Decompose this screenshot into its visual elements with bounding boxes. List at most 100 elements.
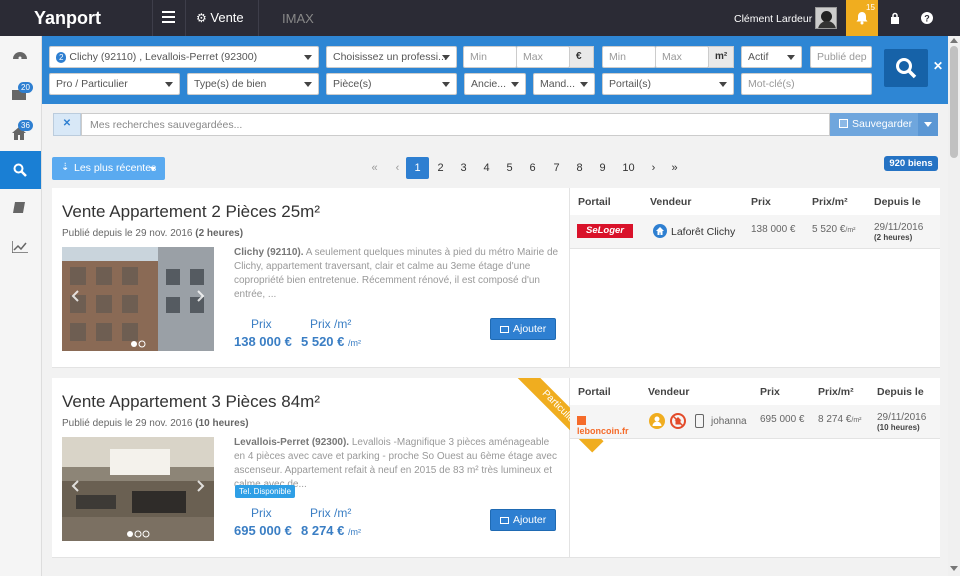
price-m2-amount: 8 274 € [301,523,345,538]
property-type-label: Type(s) de bien [194,78,267,90]
search-icon [896,58,917,79]
page-last[interactable]: » [663,157,686,179]
avatar[interactable] [815,7,837,29]
save-search-button[interactable]: Sauvegarder [830,113,918,136]
sidebar-item-inbox[interactable]: 20 [0,74,41,112]
property-type-select[interactable]: Type(s) de bien [187,73,319,95]
logo-text: Yanport [34,8,102,28]
module-label: Vente [210,10,244,25]
location-select[interactable]: 2 Clichy (92110) , Levallois-Perret (923… [49,46,319,68]
price-m2-value: 5 520 € /m² [301,334,361,349]
price-value: 138 000 € [234,334,292,349]
portal-name: leboncoin.fr [577,426,629,436]
page-3[interactable]: 3 [452,157,475,179]
clear-saved-search-icon[interactable]: ✕ [53,113,81,136]
listing-description: Clichy (92110). A seulement quelques min… [234,246,560,302]
age-select[interactable]: Ancie... [464,73,526,95]
page-8[interactable]: 8 [568,157,591,179]
private-seller-icon [649,413,665,429]
listing-card[interactable]: Vente Appartement 2 Pièces 25m² Publié d… [52,188,940,368]
pro-particulier-select[interactable]: Pro / Particulier [49,73,180,95]
row-price: 695 000 € [760,414,805,425]
keyword-input[interactable]: Mot-clé(s) [741,73,872,95]
sort-dropdown[interactable]: ⇣ Les plus récentes [52,157,165,180]
published-input[interactable]: Publié dep [810,46,872,68]
location-count: 2 [56,52,67,63]
page-5[interactable]: 5 [498,157,521,179]
seller-name[interactable]: Laforêt Clichy [671,226,735,238]
col-portal: Portail [578,386,611,398]
price-m2-unit: /m² [348,338,361,348]
menu-icon[interactable] [162,11,175,23]
mandate-label: Mand... [540,78,576,90]
add-label: Ajouter [513,514,547,526]
add-button[interactable]: Ajouter [490,509,556,531]
save-options-dropdown[interactable] [918,113,938,136]
scroll-up-arrow[interactable] [950,38,958,43]
search-button[interactable] [884,49,928,87]
listing-photo[interactable] [62,437,214,541]
price-max-input[interactable]: Max [516,46,570,68]
top-navbar: Yanport ⚙ Vente IMAX Clément Lardeur 15 … [0,0,960,36]
page-next[interactable]: › [642,157,665,179]
pro-particulier-label: Pro / Particulier [56,78,128,90]
page-1[interactable]: 1 [406,157,429,179]
scroll-down-arrow[interactable] [950,566,958,571]
status-select[interactable]: Actif [741,46,802,68]
page-10[interactable]: 10 [617,157,640,179]
rooms-select[interactable]: Pièce(s) [326,73,457,95]
col-price: Prix [751,196,771,208]
sidebar-item-search[interactable] [0,151,41,189]
page-7[interactable]: 7 [545,157,568,179]
save-label: Sauvegarder [852,118,913,130]
help-icon[interactable]: ? [921,12,933,24]
row-price-m2-amount: 5 520 € [812,224,846,235]
page-4[interactable]: 4 [475,157,498,179]
listing-description: Levallois-Perret (92300). Levallois -Mag… [234,436,560,492]
seller-name[interactable]: johanna [711,416,747,427]
portals-select[interactable]: Portail(s) [602,73,734,95]
logo[interactable]: Yanport [34,8,101,29]
chart-icon [12,241,28,253]
sidebar-item-properties[interactable]: 36 [0,112,41,150]
surface-max-input[interactable]: Max [655,46,709,68]
listing-title[interactable]: Vente Appartement 3 Pièces 84m² [62,392,320,412]
col-seller: Vendeur [648,386,690,398]
scrollbar-thumb[interactable] [950,46,958,158]
mandate-select[interactable]: Mand... [533,73,595,95]
svg-text:?: ? [924,14,930,24]
page-6[interactable]: 6 [521,157,544,179]
page-9[interactable]: 9 [591,157,614,179]
lock-icon[interactable] [889,12,901,24]
row-ago: (10 heures) [877,423,920,432]
phone-available-tag: Tel. Disponible [235,485,296,498]
sidebar-item-dashboard[interactable] [0,36,41,74]
user-name[interactable]: Clément Lardeur [734,13,812,25]
listing-card[interactable]: Vente Appartement 3 Pièces 84m² Publié d… [52,378,940,558]
portal-logo-leboncoin[interactable]: leboncoin.fr [577,415,635,436]
listing-photo[interactable] [62,247,214,351]
price-label: Prix [251,506,272,520]
module-vente[interactable]: ⚙ Vente [196,10,244,25]
module-imax[interactable]: IMAX [282,11,314,26]
page-2[interactable]: 2 [429,157,452,179]
inbox-badge: 20 [18,82,33,93]
reset-filters-icon[interactable]: ✕ [933,59,943,73]
divider [185,0,186,36]
bell-icon [856,12,868,25]
sidebar-item-book[interactable] [0,189,41,227]
sort-label: Les plus récentes [74,162,157,174]
page-first[interactable]: « [363,157,386,179]
saved-search-input[interactable]: Mes recherches sauvegardées... [81,113,830,136]
professional-select[interactable]: Choisissez un professi... [326,46,457,68]
price-min-input[interactable]: Min [463,46,517,68]
divider [258,0,259,36]
listing-title[interactable]: Vente Appartement 2 Pièces 25m² [62,202,320,222]
col-price-m2: Prix/m² [812,196,848,208]
professional-label: Choisissez un professi... [333,51,447,63]
surface-min-input[interactable]: Min [602,46,656,68]
sidebar-item-stats[interactable] [0,227,41,265]
price-label: Prix [251,317,272,331]
add-button[interactable]: Ajouter [490,318,556,340]
portal-logo-seloger[interactable]: SeLoger [577,224,633,238]
